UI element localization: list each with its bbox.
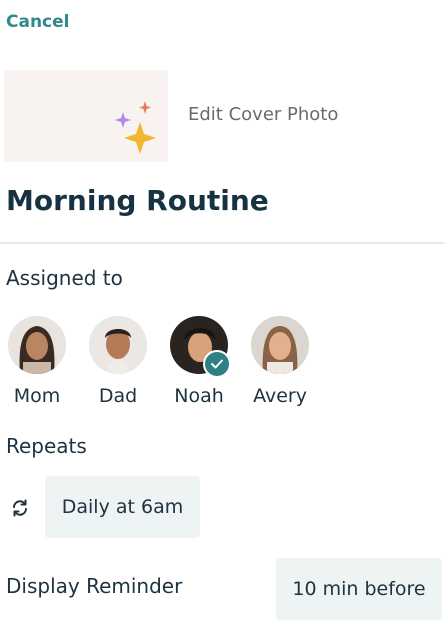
reminder-time-button[interactable]: 10 min before	[276, 558, 442, 620]
avatar	[251, 316, 309, 374]
member-name: Dad	[98, 385, 138, 407]
cover-photo[interactable]	[4, 70, 168, 162]
cancel-button[interactable]: Cancel	[6, 12, 69, 32]
member-avery[interactable]: Avery	[248, 316, 312, 407]
member-noah[interactable]: Noah	[167, 316, 231, 407]
selected-check-icon	[203, 350, 231, 378]
routine-title[interactable]: Morning Routine	[6, 184, 269, 217]
section-divider	[0, 242, 444, 244]
assigned-to-label: Assigned to	[6, 266, 123, 290]
repeat-icon	[10, 498, 30, 518]
repeats-label: Repeats	[6, 434, 87, 458]
member-name: Noah	[174, 385, 224, 407]
repeat-schedule-button[interactable]: Daily at 6am	[45, 476, 200, 538]
display-reminder-label: Display Reminder	[6, 574, 183, 598]
member-dad[interactable]: Dad	[86, 316, 150, 407]
avatar	[89, 316, 147, 374]
sparkles-icon	[115, 101, 156, 154]
member-name: Avery	[253, 385, 307, 407]
avatar	[8, 316, 66, 374]
member-name: Mom	[13, 385, 61, 407]
edit-cover-photo-link[interactable]: Edit Cover Photo	[188, 104, 338, 125]
member-mom[interactable]: Mom	[5, 316, 69, 407]
